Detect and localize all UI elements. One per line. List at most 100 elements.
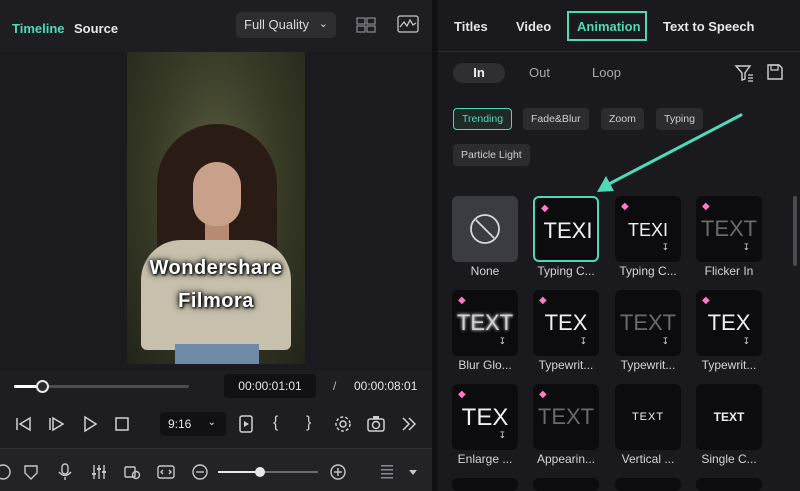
download-icon: ↧ [579, 336, 587, 346]
microphone-icon[interactable] [56, 463, 74, 481]
animation-card-typewriter-1[interactable]: ◆ TEX ↧ [533, 290, 599, 356]
animation-preview-text: TEX [707, 310, 751, 335]
mark-in-button[interactable]: { [273, 414, 278, 432]
tab-animation[interactable]: Animation [567, 11, 647, 41]
animation-preview-text: TEXT [631, 411, 665, 423]
download-icon: ↧ [498, 430, 506, 440]
animation-card-flicker-in[interactable]: ◆ TEXT ↧ [696, 196, 762, 262]
tab-timeline[interactable]: Timeline [12, 21, 65, 36]
stop-icon[interactable] [112, 414, 132, 434]
gem-icon: ◆ [541, 203, 549, 214]
animation-card-typing-1[interactable]: ◆ TEXI [533, 196, 599, 262]
chip-trending[interactable]: Trending [453, 108, 513, 130]
animation-preview-text: TEXI [543, 218, 593, 243]
export-frame-icon[interactable] [236, 414, 256, 434]
animation-label: Typing C... [619, 264, 677, 278]
quality-value: Full Quality [244, 17, 310, 32]
gem-icon: ◆ [702, 295, 710, 306]
chevron-down-icon: ⌄ [207, 417, 216, 428]
animation-card-typewriter-2[interactable]: TEXT ↧ [615, 290, 681, 356]
zoom-out-icon[interactable] [191, 463, 209, 481]
animation-card-appearing[interactable]: ◆ TEXT [533, 384, 599, 450]
download-icon: ↧ [742, 242, 750, 252]
segment-out[interactable]: Out [529, 63, 550, 83]
chip-particle-light[interactable]: Particle Light [453, 144, 530, 166]
tab-titles[interactable]: Titles [454, 19, 488, 34]
zoom-slider-fill [218, 471, 260, 473]
animation-card-enlarge[interactable]: ◆ TEX ↧ [452, 384, 518, 450]
audio-mixer-icon[interactable] [90, 463, 108, 481]
animation-card-blur-glow[interactable]: ◆ TEXT ↧ [452, 290, 518, 356]
filter-icon[interactable] [734, 63, 754, 83]
animation-card-partial[interactable] [452, 478, 518, 491]
save-preset-icon[interactable] [766, 63, 784, 81]
gem-icon: ◆ [702, 201, 710, 212]
animation-card-partial[interactable] [533, 478, 599, 491]
previous-frame-icon[interactable] [14, 414, 34, 434]
aspect-ratio-value: 9:16 [168, 417, 192, 431]
animation-label: Enlarge ... [457, 452, 513, 466]
tab-text-to-speech[interactable]: Text to Speech [663, 19, 755, 34]
tab-source[interactable]: Source [74, 21, 118, 36]
video-frame[interactable]: Wondershare Filmora [127, 52, 305, 364]
segment-in[interactable]: In [453, 63, 505, 83]
gem-icon: ◆ [621, 201, 629, 212]
no-effect-icon [470, 214, 500, 244]
caret-down-icon[interactable] [404, 463, 422, 481]
subject-face [193, 162, 241, 226]
gem-icon: ◆ [539, 389, 547, 400]
speed-icon[interactable] [0, 463, 12, 481]
quality-dropdown[interactable]: Full Quality ⌄ [236, 12, 336, 38]
animation-card-typewriter-3[interactable]: ◆ TEX ↧ [696, 290, 762, 356]
gem-icon: ◆ [458, 295, 466, 306]
animation-label: Typing C... [537, 264, 595, 278]
animation-card-typing-2[interactable]: ◆ TEXI ↧ [615, 196, 681, 262]
drag-handle-icon[interactable] [378, 463, 396, 481]
aspect-ratio-dropdown[interactable]: 9:16 ⌄ [160, 412, 226, 436]
subject-jeans [175, 344, 259, 364]
properties-tabs: Titles Video Animation Text to Speech [438, 0, 800, 52]
tab-video[interactable]: Video [516, 19, 551, 34]
animation-card-partial[interactable] [696, 478, 762, 491]
more-chevron-icon[interactable] [399, 414, 419, 434]
animation-preview-text: TEX [544, 310, 588, 335]
waveform-icon[interactable] [397, 15, 419, 33]
chip-zoom[interactable]: Zoom [601, 108, 644, 130]
zoom-slider-handle[interactable] [255, 467, 265, 477]
chevron-down-icon: ⌄ [318, 18, 328, 30]
animation-card-none[interactable] [452, 196, 518, 262]
segment-loop[interactable]: Loop [592, 63, 621, 83]
time-separator: / [333, 379, 337, 393]
animation-preview-text: TEX [461, 404, 509, 431]
animation-label: Typewrit... [701, 358, 757, 372]
fit-width-icon[interactable] [157, 463, 175, 481]
next-frame-icon[interactable] [47, 414, 67, 434]
download-icon: ↧ [742, 336, 750, 346]
snapshot-camera-icon[interactable] [366, 414, 386, 434]
shield-icon[interactable] [22, 463, 40, 481]
animation-preview-text: TEXT [713, 410, 745, 424]
animation-card-partial[interactable] [615, 478, 681, 491]
zoom-slider[interactable] [218, 467, 318, 477]
settings-gear-icon[interactable] [333, 414, 353, 434]
playback-progress-bar[interactable] [14, 380, 189, 393]
animation-preview-text: TEXT [537, 404, 595, 429]
replace-clip-icon[interactable] [123, 463, 141, 481]
scrollbar[interactable] [793, 196, 797, 266]
animation-label: Blur Glo... [458, 358, 512, 372]
gem-icon: ◆ [539, 295, 547, 306]
animation-card-single-char[interactable]: TEXT [696, 384, 762, 450]
zoom-in-icon[interactable] [329, 463, 347, 481]
preview-header: Timeline Source Full Quality ⌄ [0, 0, 432, 52]
animation-label: Vertical ... [621, 452, 675, 466]
play-icon[interactable] [80, 414, 100, 434]
grid-view-icon[interactable] [356, 17, 376, 33]
animation-label: Single C... [701, 452, 757, 466]
chip-typing[interactable]: Typing [656, 108, 703, 130]
chip-fade-blur[interactable]: Fade&Blur [523, 108, 589, 130]
animation-card-vertical[interactable]: TEXT [615, 384, 681, 450]
progress-handle[interactable] [36, 380, 49, 393]
animation-type-segment: In Out Loop [453, 63, 635, 83]
animation-preview-text: TEXT [700, 216, 758, 241]
mark-out-button[interactable]: } [306, 414, 311, 432]
